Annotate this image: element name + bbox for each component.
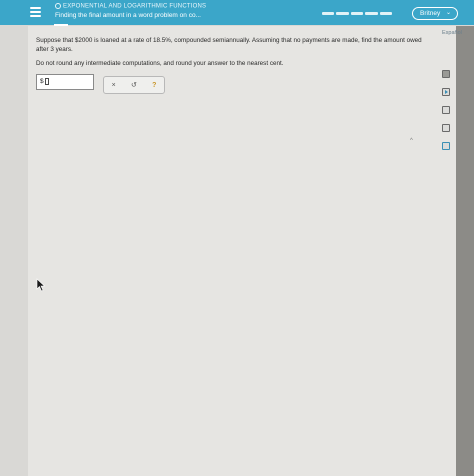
problem-statement: Suppose that $2000 is loaned at a rate o… [36,36,428,54]
answer-input[interactable]: $ [36,74,94,90]
progress-segment [322,12,335,15]
play-icon[interactable] [442,88,450,96]
chevron-down-icon: ⌄ [445,10,451,16]
progress-segment [350,12,364,15]
instructions-text: Do not round any intermediate computatio… [36,60,284,67]
top-bar: EXPONENTIAL AND LOGARITHMIC FUNCTIONS Fi… [0,0,474,25]
progress-segment [336,12,349,15]
book-icon[interactable] [442,106,450,114]
menu-icon[interactable] [30,7,41,17]
rate-value: 18.5% [152,37,171,44]
problem-panel [28,26,456,476]
answer-tools: × ↺ ? [103,76,165,94]
topic-title: EXPONENTIAL AND LOGARITHMIC FUNCTIONS [55,3,206,10]
progress-segment [365,12,378,15]
mail-icon[interactable] [442,142,450,150]
right-edge-rail [456,26,474,476]
problem-text-post: years. [53,46,73,53]
currency-symbol: $ [40,78,44,85]
problem-text-pre: Suppose that [36,37,75,44]
principal-value: $2000 [74,37,93,44]
calendar-icon[interactable] [442,124,450,132]
problem-subtitle: Finding the final amount in a word probl… [55,12,201,19]
pointer-icon [36,278,46,292]
help-button[interactable]: ? [152,82,156,89]
calculator-icon[interactable] [442,70,450,78]
topic-dot-icon [55,3,61,9]
language-link[interactable]: Español [442,30,462,36]
clear-button[interactable]: × [112,82,116,89]
topic-label: EXPONENTIAL AND LOGARITHMIC FUNCTIONS [63,3,207,10]
progress-bar [322,12,393,16]
progress-segment [379,12,393,15]
user-menu-button[interactable]: Britney ⌄ [412,7,458,20]
problem-text-mid1: is loaned at a rate of [92,37,153,44]
user-name: Britney [420,10,441,17]
small-caret-icon: ^ [410,138,413,144]
input-cursor [45,78,49,85]
undo-button[interactable]: ↺ [131,81,137,89]
